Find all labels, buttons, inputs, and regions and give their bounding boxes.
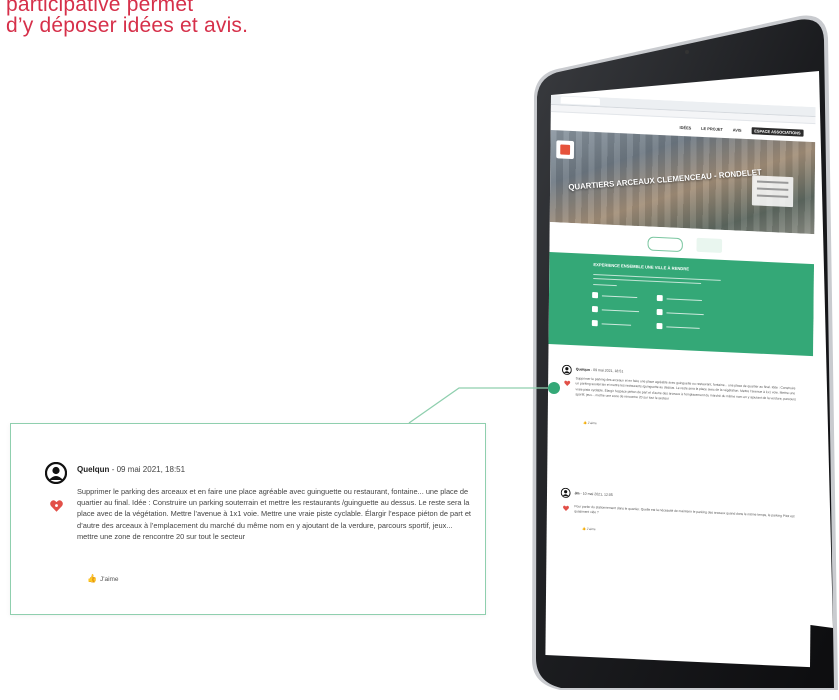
thumbs-up-icon: 👍 [87, 574, 97, 583]
nav-item-idees[interactable]: IDÉES [680, 124, 692, 130]
stats-pill[interactable] [647, 236, 683, 253]
stats-box [696, 237, 723, 253]
user-avatar-icon [560, 487, 571, 498]
feature-icon [592, 291, 599, 299]
comment-author: Jm [574, 491, 580, 496]
like-label: J'aime [586, 526, 596, 532]
comment-author: Quelqun [575, 367, 591, 372]
comment-text: Supprimer le parking des arceaux et en f… [575, 376, 796, 401]
hero-banner: QUARTIERS ARCEAUX CLEMENCEAU - RONDELET [549, 130, 816, 235]
city-logo [556, 140, 575, 160]
comment-text: Pour parler du stationnement dans le qua… [574, 504, 795, 519]
feature-icon [591, 319, 598, 327]
thumbs-up-icon: 👍 [583, 420, 587, 425]
browser-tab[interactable] [560, 96, 600, 106]
hero-info-box [751, 175, 794, 208]
comment-date: - 09 mai 2021, 18:51 [111, 465, 186, 474]
like-label: J'aime [99, 576, 119, 583]
feature-icon [656, 308, 663, 316]
like-button[interactable]: 👍 J'aime [583, 421, 597, 426]
heart-icon[interactable] [564, 380, 571, 387]
heart-icon[interactable] [49, 499, 64, 513]
user-avatar-icon [45, 462, 67, 484]
like-button[interactable]: 👍 J'aime [582, 527, 596, 532]
feature-text [601, 309, 640, 313]
feature-icon [656, 322, 663, 330]
comment-text: Supprimer le parking des arceaux et en f… [77, 487, 471, 541]
comment-callout-card: Quelqun - 09 mai 2021, 18:51 Supprimer l… [10, 423, 486, 615]
green-section: EXPERIENCE ENSEMBLE UNE VILLE À RENDRE [548, 252, 815, 357]
tablet-screen: IDÉES LE PROJET AVIS ESPACE ASSOCIATIONS… [545, 95, 816, 668]
heart-icon[interactable] [563, 505, 570, 512]
feature-icon [591, 305, 598, 313]
feature-text [666, 298, 702, 302]
nav-item-avis[interactable]: AVIS [733, 127, 742, 132]
feature-text [601, 295, 638, 299]
comment-author-line: Quelqun - 09 mai 2021, 18:51 [77, 465, 185, 474]
thumbs-up-icon: 👍 [581, 526, 586, 531]
user-avatar-icon [561, 364, 572, 375]
hero-title: QUARTIERS ARCEAUX CLEMENCEAU - RONDELET [567, 167, 763, 192]
comment-author: Quelqun [77, 465, 110, 474]
feature-text [666, 312, 704, 316]
comment-date: - 09 mai 2021, 18:51 [590, 367, 624, 374]
feature-icon [656, 294, 663, 302]
comment-author-line: Jm - 10 mai 2021, 12:05 [574, 491, 612, 497]
comment-date: - 10 mai 2021, 12:05 [580, 491, 613, 498]
like-button[interactable]: 👍 J'aime [87, 574, 119, 583]
nav-item-projet[interactable]: LE PROJET [701, 125, 723, 131]
nav-item-associations[interactable]: ESPACE ASSOCIATIONS [751, 126, 804, 137]
feature-text [666, 326, 700, 330]
like-label: J'aime [587, 420, 597, 426]
feature-text [601, 323, 632, 327]
green-title: EXPERIENCE ENSEMBLE UNE VILLE À RENDRE [593, 262, 689, 272]
comment-author-line: Quelqun - 09 mai 2021, 18:51 [576, 367, 624, 373]
